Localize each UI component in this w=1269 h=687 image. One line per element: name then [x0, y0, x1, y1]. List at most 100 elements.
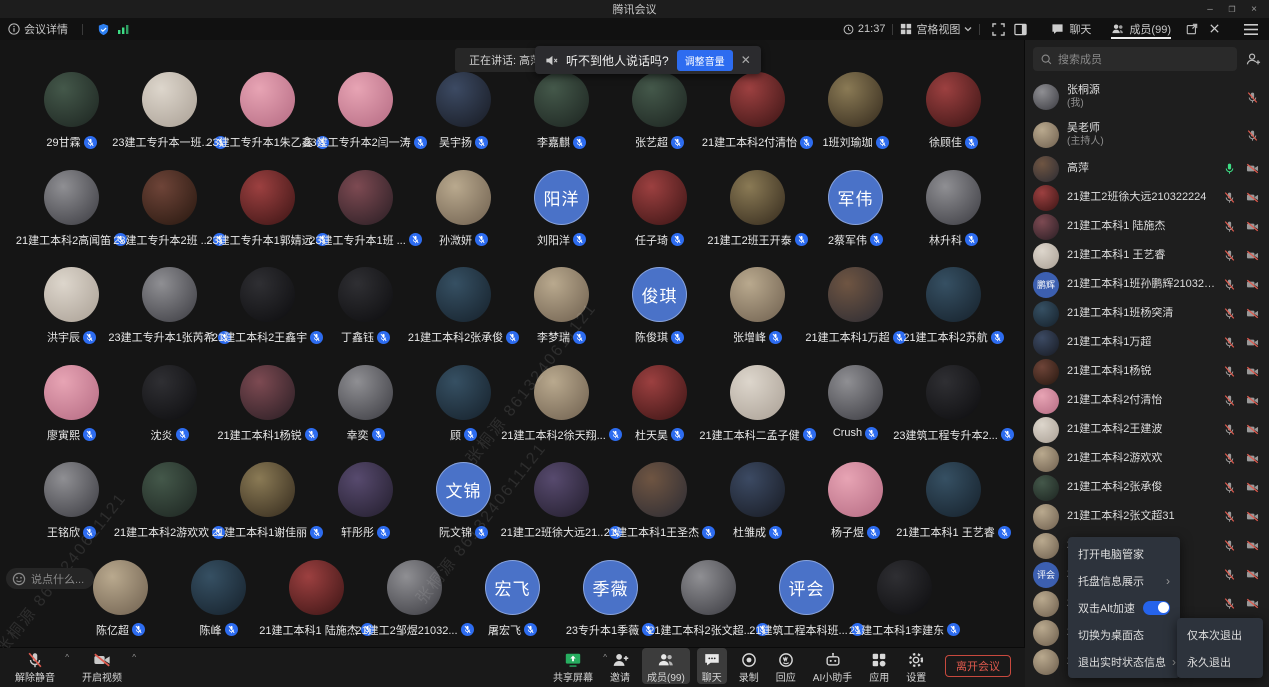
- mic-muted-icon[interactable]: [1223, 568, 1236, 581]
- participant-tile[interactable]: 王铭欣: [23, 462, 121, 540]
- mic-muted-icon[interactable]: [1223, 278, 1236, 291]
- participant-tile[interactable]: 文锦阮文锦: [415, 462, 513, 540]
- camera-off-icon[interactable]: [1246, 336, 1259, 349]
- camera-off-icon[interactable]: [1246, 249, 1259, 262]
- more-options-caret[interactable]: ^: [65, 653, 69, 662]
- member-row[interactable]: 鹏辉21建工本科1班孙鹏辉210322105: [1025, 270, 1269, 299]
- participant-tile[interactable]: 陈峰: [170, 560, 268, 638]
- toggle-on[interactable]: [1143, 601, 1170, 615]
- context-menu-item[interactable]: 切换为桌面态: [1068, 621, 1180, 648]
- mic-muted-icon[interactable]: [1223, 365, 1236, 378]
- participant-tile[interactable]: 21建工本科2张文超...: [660, 560, 758, 638]
- member-row[interactable]: 21建工本科2张文超31: [1025, 502, 1269, 531]
- mic-muted-icon[interactable]: [1223, 452, 1236, 465]
- member-row[interactable]: 21建工本科2王建波: [1025, 415, 1269, 444]
- meeting-details-button[interactable]: 会议详情: [8, 21, 68, 37]
- participant-tile[interactable]: 幸奕: [317, 365, 415, 443]
- record-button[interactable]: 录制: [734, 648, 764, 684]
- mic-muted-icon[interactable]: [1223, 423, 1236, 436]
- camera-off-icon[interactable]: [1246, 191, 1259, 204]
- participant-tile[interactable]: 21建工本科1 陆施杰: [268, 560, 366, 638]
- member-row[interactable]: 21建工本科1 陆施杰: [1025, 212, 1269, 241]
- participant-tile[interactable]: 21建工本科1李建东: [856, 560, 954, 638]
- camera-off-icon[interactable]: [1246, 307, 1259, 320]
- participant-tile[interactable]: 21建工本科2付清怡: [709, 72, 807, 150]
- participant-tile[interactable]: 21建工本科2徐天翔...: [513, 365, 611, 443]
- camera-off-icon[interactable]: [1246, 423, 1259, 436]
- context-menu-item[interactable]: 托盘信息展示›: [1068, 567, 1180, 594]
- participant-tile[interactable]: 21建工本科1王圣杰: [611, 462, 709, 540]
- participant-tile[interactable]: 廖寅熙: [23, 365, 121, 443]
- participant-tile[interactable]: 21建工本科1 王艺睿: [905, 462, 1003, 540]
- mic-muted-icon[interactable]: [1223, 249, 1236, 262]
- unmute-button[interactable]: 解除静音: [10, 648, 60, 684]
- camera-off-icon[interactable]: [1246, 162, 1259, 175]
- fullscreen-icon[interactable]: [987, 19, 1009, 40]
- participant-tile[interactable]: 李梦瑞: [513, 267, 611, 345]
- participant-tile[interactable]: 张增峰: [709, 267, 807, 345]
- camera-off-icon[interactable]: [1246, 278, 1259, 291]
- participant-tile[interactable]: 杨子煜: [807, 462, 905, 540]
- mic-muted-icon[interactable]: [1246, 91, 1259, 104]
- camera-off-icon[interactable]: [1246, 510, 1259, 523]
- minimize-button[interactable]: –: [1199, 0, 1221, 18]
- settings-button[interactable]: 设置: [901, 648, 931, 684]
- camera-off-icon[interactable]: [1246, 539, 1259, 552]
- context-submenu-item[interactable]: 永久退出: [1177, 648, 1263, 675]
- close-button[interactable]: ×: [1243, 0, 1265, 18]
- chat-input[interactable]: 说点什么...: [6, 568, 94, 589]
- mic-on-icon[interactable]: [1223, 162, 1236, 175]
- security-shield-icon[interactable]: [97, 23, 110, 36]
- mic-muted-icon[interactable]: [1223, 191, 1236, 204]
- ai-button[interactable]: AI小助手: [808, 648, 857, 684]
- emoji-icon[interactable]: [12, 572, 26, 586]
- mic-muted-icon[interactable]: [1223, 336, 1236, 349]
- video-button[interactable]: 开启视频: [77, 648, 127, 684]
- toast-close-icon[interactable]: ✕: [741, 53, 751, 67]
- participant-tile[interactable]: 21建工本科2苏航: [905, 267, 1003, 345]
- participant-tile[interactable]: 21建工本科2王鑫宇: [219, 267, 317, 345]
- participant-tile[interactable]: 23建工专升本2班 ...: [121, 170, 219, 248]
- share-button[interactable]: 共享屏幕: [548, 648, 598, 684]
- participant-tile[interactable]: 21建工本科2游欢欢: [121, 462, 219, 540]
- participant-tile[interactable]: 23建筑工程专升本2...: [905, 365, 1003, 443]
- participant-tile[interactable]: Crush: [807, 365, 905, 443]
- participant-tile[interactable]: 21建工本科1杨锐: [219, 365, 317, 443]
- member-row[interactable]: 21建工本科2游欢欢: [1025, 444, 1269, 473]
- participant-tile[interactable]: 23建工专升本1班 ...: [317, 170, 415, 248]
- participant-tile[interactable]: 1班刘瑜珈: [807, 72, 905, 150]
- camera-off-icon[interactable]: [1246, 452, 1259, 465]
- participant-tile[interactable]: 23建工专升本1郭婧远: [219, 170, 317, 248]
- tab-members[interactable]: 成员(99): [1101, 18, 1181, 39]
- participant-tile[interactable]: 孙溦妍: [415, 170, 513, 248]
- context-submenu-item[interactable]: 仅本次退出: [1177, 621, 1263, 648]
- mic-muted-icon[interactable]: [1223, 307, 1236, 320]
- participant-tile[interactable]: 21建工2班王开泰: [709, 170, 807, 248]
- participant-tile[interactable]: 杜雏成: [709, 462, 807, 540]
- participant-tile[interactable]: 21建工本科1谢佳丽: [219, 462, 317, 540]
- mic-muted-icon[interactable]: [1223, 539, 1236, 552]
- participant-tile[interactable]: 吴宇扬: [415, 72, 513, 150]
- network-signal-icon[interactable]: [117, 23, 130, 35]
- participant-tile[interactable]: 21建工本科2高闻笛: [23, 170, 121, 248]
- participant-tile[interactable]: 21建工2邹煜21032...: [366, 560, 464, 638]
- member-row[interactable]: 21建工本科2付清怡: [1025, 386, 1269, 415]
- participant-tile[interactable]: 沈炎: [121, 365, 219, 443]
- participant-tile[interactable]: 23建工专升本一班...: [121, 72, 219, 150]
- participant-tile[interactable]: 李嘉麒: [513, 72, 611, 150]
- leave-meeting-button[interactable]: 离开会议: [945, 655, 1011, 677]
- participant-tile[interactable]: 林升科: [905, 170, 1003, 248]
- member-row[interactable]: 高萍: [1025, 154, 1269, 183]
- participant-tile[interactable]: 季薇23专升本1季薇: [562, 560, 660, 638]
- participant-tile[interactable]: 29甘霖: [23, 72, 121, 150]
- mic-muted-icon[interactable]: [1246, 129, 1259, 142]
- search-input[interactable]: 搜索成员: [1033, 47, 1237, 71]
- context-menu-item[interactable]: 打开电脑管家: [1068, 540, 1180, 567]
- add-member-icon[interactable]: [1243, 52, 1263, 66]
- camera-off-icon[interactable]: [1246, 394, 1259, 407]
- camera-off-icon[interactable]: [1246, 481, 1259, 494]
- tab-chat[interactable]: 聊天: [1041, 18, 1101, 39]
- mic-muted-icon[interactable]: [1223, 481, 1236, 494]
- member-row[interactable]: 21建工本科1杨锐: [1025, 357, 1269, 386]
- react-button[interactable]: 回应: [771, 648, 801, 684]
